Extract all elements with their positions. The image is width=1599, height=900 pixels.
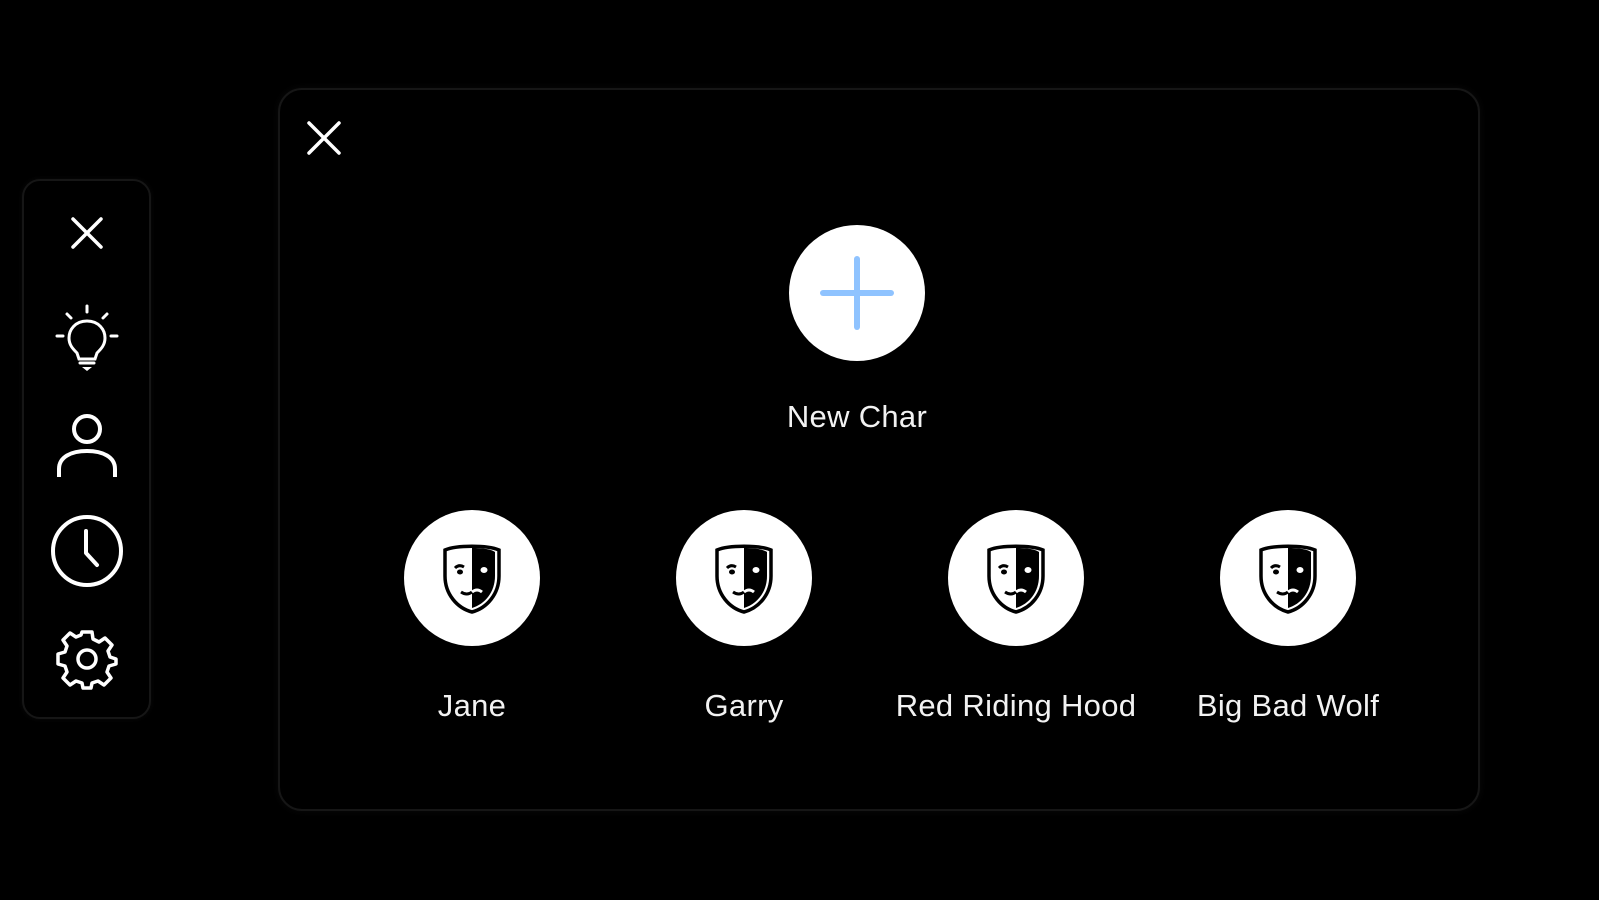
character-list: Jane Garry Red Riding Hood Big Bad Wolf (332, 510, 1432, 750)
sidebar-settings-button[interactable] (55, 628, 118, 690)
lightbulb-icon (55, 304, 118, 371)
character-name: Big Bad Wolf (1196, 688, 1380, 723)
character-avatar (404, 510, 540, 646)
plus-icon (820, 256, 894, 330)
drama-mask-icon (715, 544, 773, 614)
character-item-jane[interactable]: Jane (332, 510, 612, 724)
character-item-red-riding-hood[interactable]: Red Riding Hood (876, 510, 1156, 724)
gear-icon (55, 630, 118, 690)
sidebar-profile-button[interactable] (55, 411, 119, 481)
character-name: Jane (437, 688, 507, 723)
sidebar-ideas-button[interactable] (55, 303, 119, 373)
character-avatar (948, 510, 1084, 646)
close-icon (307, 121, 341, 155)
character-avatar (1220, 510, 1356, 646)
close-icon (70, 217, 103, 249)
drama-mask-icon (443, 544, 501, 614)
sidebar-close-button[interactable] (67, 213, 107, 253)
sidebar-history-button[interactable] (49, 513, 125, 589)
new-char-button[interactable]: New Char (742, 225, 972, 435)
user-icon (56, 414, 117, 477)
sidebar (22, 179, 151, 719)
character-item-garry[interactable]: Garry (604, 510, 884, 724)
character-name: Garry (704, 688, 784, 723)
new-char-circle (789, 225, 925, 361)
character-item-big-bad-wolf[interactable]: Big Bad Wolf (1148, 510, 1428, 724)
character-name: Red Riding Hood (895, 688, 1137, 723)
clock-icon (50, 515, 123, 587)
drama-mask-icon (987, 544, 1045, 614)
panel-close-button[interactable] (298, 112, 350, 164)
drama-mask-icon (1259, 544, 1317, 614)
new-char-label: New Char (786, 399, 928, 434)
character-panel: New Char Jane Garry Red Riding Hood Big … (278, 88, 1480, 811)
character-avatar (676, 510, 812, 646)
